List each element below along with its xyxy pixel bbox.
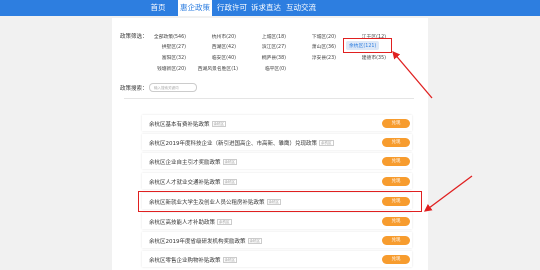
annotation-arrows	[392, 51, 473, 212]
arrow-to-row	[423, 175, 473, 212]
arrow-to-filter	[392, 51, 433, 99]
